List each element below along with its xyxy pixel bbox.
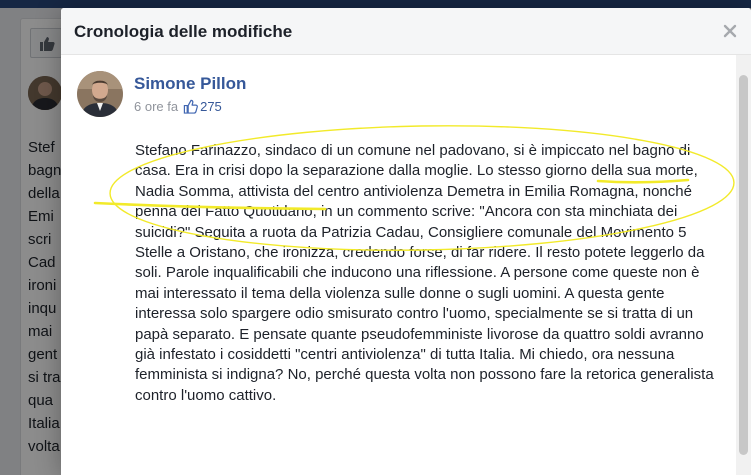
author-name[interactable]: Simone Pillon: [134, 74, 246, 94]
post-text: Stefano Farinazzo, sindaco di un comune …: [135, 142, 714, 404]
edit-history-dialog: Cronologia delle modifiche Simone Pillon…: [61, 8, 751, 475]
like-count[interactable]: 275: [200, 99, 222, 114]
scrollbar-thumb[interactable]: [739, 75, 748, 455]
post-timestamp[interactable]: 6 ore fa: [134, 99, 178, 114]
dialog-title: Cronologia delle modifiche: [74, 22, 293, 41]
dialog-header: Cronologia delle modifiche: [61, 8, 751, 55]
post-meta: 6 ore fa 275: [134, 99, 222, 114]
like-icon[interactable]: [183, 99, 199, 114]
dialog-scrollbar[interactable]: [736, 55, 751, 475]
close-icon[interactable]: [721, 22, 739, 40]
author-avatar[interactable]: [77, 71, 123, 117]
